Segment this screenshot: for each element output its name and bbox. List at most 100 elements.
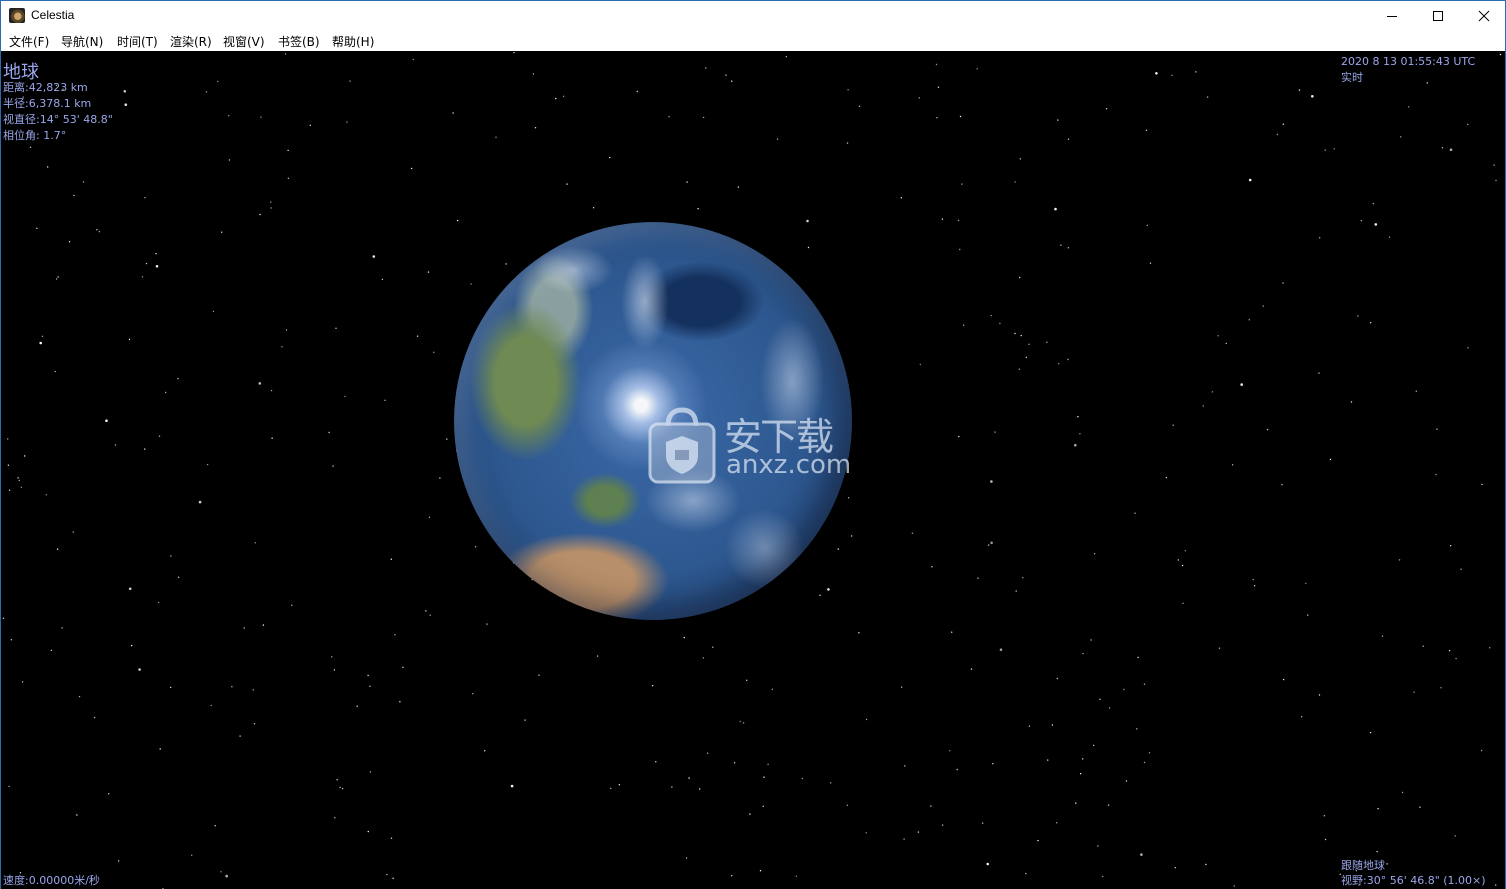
star [155, 265, 159, 268]
star [336, 779, 338, 781]
star [1134, 512, 1136, 514]
menu-time[interactable]: 时间(T) [117, 33, 158, 50]
star [1401, 791, 1404, 794]
star [1143, 683, 1146, 685]
star [959, 115, 962, 118]
star [1448, 650, 1451, 652]
star [1422, 645, 1425, 647]
star [505, 263, 507, 265]
star [911, 532, 914, 534]
star [1067, 138, 1070, 140]
star [1105, 108, 1108, 110]
star [73, 194, 75, 197]
star [941, 218, 944, 220]
star [1233, 885, 1235, 887]
star [1376, 850, 1378, 853]
star [214, 825, 216, 827]
star [177, 378, 179, 380]
star [47, 166, 49, 168]
star [733, 762, 736, 764]
star [228, 159, 231, 161]
window-title: Celestia [31, 8, 75, 22]
star [1398, 559, 1401, 561]
star [1149, 262, 1152, 264]
star [54, 370, 56, 373]
star [807, 246, 810, 249]
time-mode-readout: 实时 [1341, 71, 1363, 84]
star [390, 558, 392, 560]
star [1155, 72, 1158, 75]
star [931, 566, 933, 568]
star [1025, 872, 1027, 875]
star [901, 686, 903, 688]
star [858, 632, 860, 634]
apparent-diameter-readout: 视直径:14° 53' 48.8" [3, 113, 113, 126]
star [399, 701, 401, 703]
star [990, 314, 992, 317]
star [767, 763, 769, 765]
star [930, 805, 932, 807]
star [1374, 223, 1378, 226]
star [776, 138, 779, 140]
menu-view[interactable]: 视窗(V) [223, 33, 265, 50]
star [138, 668, 141, 671]
star [534, 127, 537, 129]
star [1318, 694, 1321, 696]
minimize-icon [1387, 16, 1397, 17]
menu-help[interactable]: 帮助(H) [332, 33, 374, 50]
star [270, 389, 273, 392]
menu-bookmarks[interactable]: 书签(B) [278, 33, 320, 50]
star [1028, 343, 1030, 345]
star [1467, 123, 1469, 126]
star [917, 831, 920, 833]
title-bar[interactable]: Celestia [1, 1, 1505, 31]
star [999, 648, 1003, 651]
star [205, 91, 208, 93]
star [731, 80, 733, 82]
star [108, 793, 110, 795]
star [865, 832, 867, 834]
star [609, 156, 611, 159]
star [18, 479, 20, 482]
star [1467, 347, 1469, 349]
star [21, 681, 24, 683]
star [1018, 368, 1020, 370]
star [41, 335, 44, 337]
menu-render[interactable]: 渲染(R) [170, 33, 212, 50]
star [198, 500, 202, 504]
star [118, 860, 120, 862]
star [702, 116, 705, 119]
star [96, 229, 98, 231]
star [356, 705, 358, 707]
star [846, 804, 849, 806]
menu-navigation[interactable]: 导航(N) [61, 33, 103, 50]
star [959, 248, 961, 251]
star [369, 685, 371, 687]
star [82, 181, 85, 183]
3d-space-viewport[interactable]: 安下载 anxz.com 地球 距离:42,823 km 半径:6,378.1 … [1, 52, 1505, 889]
star [1408, 106, 1410, 108]
star [210, 704, 212, 707]
star [1058, 363, 1060, 365]
star [1441, 147, 1444, 149]
star [958, 435, 960, 438]
star [287, 149, 289, 152]
star [1145, 129, 1148, 131]
close-button[interactable] [1461, 1, 1506, 31]
star [538, 674, 540, 676]
minimize-button[interactable] [1369, 1, 1415, 31]
menu-file[interactable]: 文件(F) [9, 33, 49, 50]
star [851, 535, 853, 537]
star [510, 784, 514, 788]
star [271, 437, 273, 439]
star [566, 183, 568, 185]
star [970, 668, 973, 670]
star [951, 631, 953, 633]
maximize-button[interactable] [1415, 1, 1461, 31]
star [592, 207, 595, 209]
star [1329, 458, 1332, 461]
star [762, 805, 764, 807]
star [827, 588, 830, 591]
star [254, 542, 256, 544]
star [949, 750, 951, 752]
